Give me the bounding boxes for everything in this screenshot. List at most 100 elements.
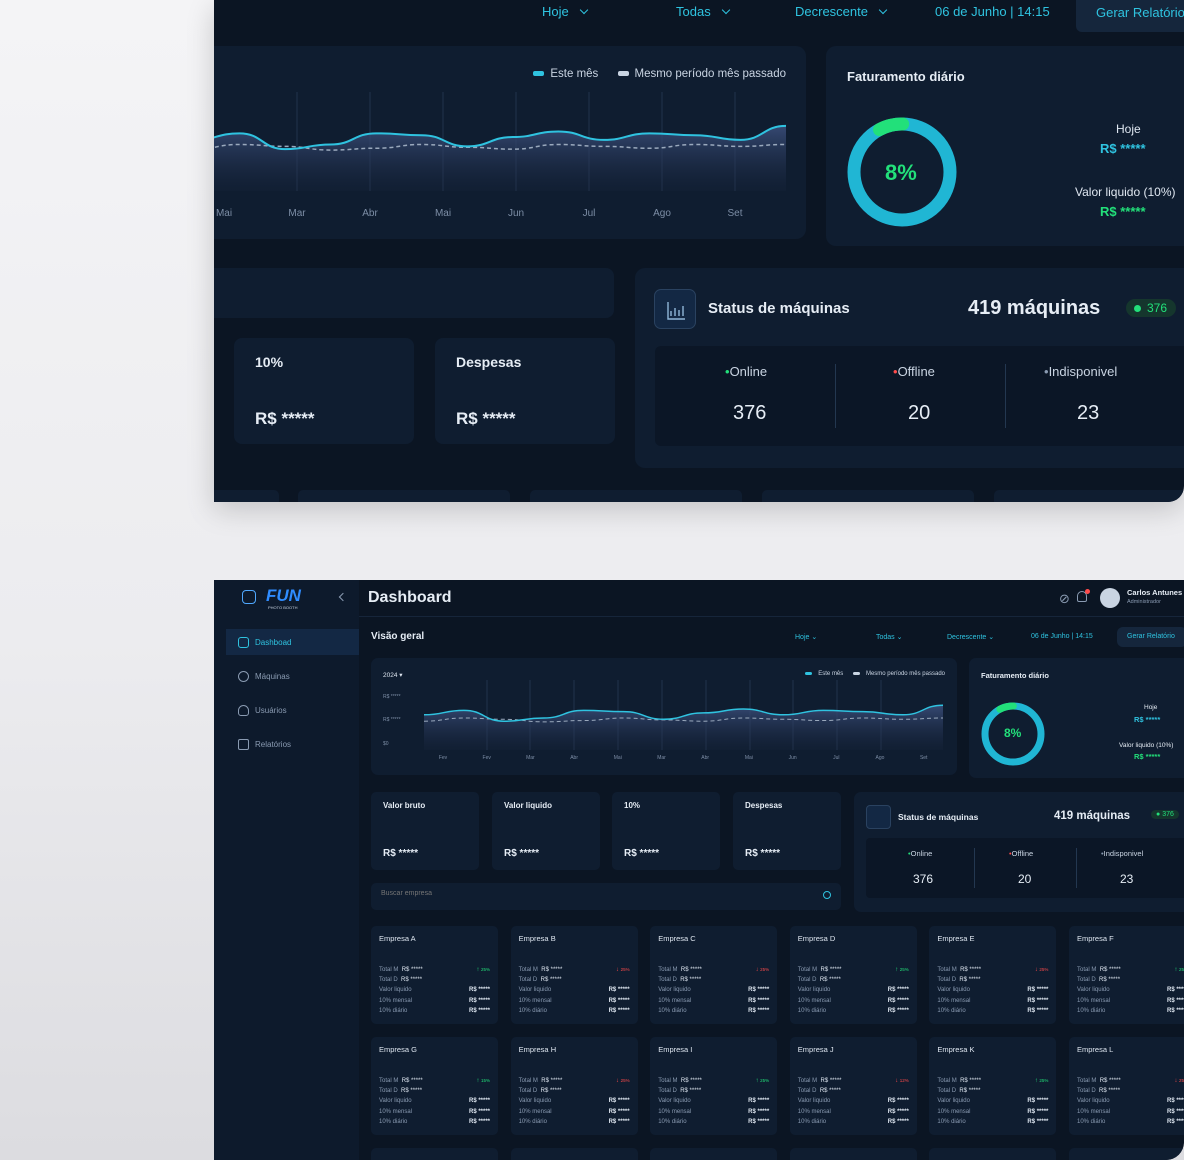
net-value: R$ ***** [1134, 752, 1161, 761]
net-label: Valor liquido (10%) [1075, 185, 1176, 199]
company-row-total-m: Total M R$ ***** ↑ 15% [379, 1076, 490, 1086]
row-value: R$ ***** [468, 997, 490, 1004]
avatar[interactable] [1100, 588, 1120, 608]
order-filter[interactable]: Decrescente ⌄ [947, 633, 994, 641]
row-label: 10% diário [797, 1118, 827, 1125]
nav-item-dashboard[interactable]: Dashboad [226, 629, 359, 655]
collapse-sidebar-chevron-icon[interactable] [338, 592, 348, 602]
company-row-mensal: 10% mensal R$ ***** [1077, 1107, 1184, 1117]
company-card-peek [650, 1148, 777, 1160]
company-row-liquido: Valor liquido R$ ***** [1077, 985, 1184, 995]
row-label: 10% mensal [379, 1108, 413, 1115]
company-card[interactable]: Empresa L Total M R$ ***** ↓ 25% Total D … [1069, 1037, 1184, 1135]
company-row-mensal: 10% mensal R$ ***** [937, 1107, 1048, 1117]
row-label: 10% mensal [658, 997, 692, 1004]
company-row-liquido: Valor liquido R$ ***** [658, 1096, 769, 1106]
row-value: R$ ***** [1027, 1118, 1049, 1125]
row-value: R$ ***** [541, 967, 563, 973]
company-card[interactable]: Empresa A Total M R$ ***** ↑ 25% Total D … [371, 926, 498, 1024]
company-card[interactable]: Empresa H Total M R$ ***** ↓ 25% Total D … [510, 1037, 638, 1135]
company-card[interactable]: Empresa C Total M R$ ***** ↓ 25% Total D … [650, 926, 778, 1024]
company-row-liquido: Valor liquido R$ ***** [798, 1096, 909, 1106]
company-card[interactable]: Empresa E Total M R$ ***** ↓ 25% Total D … [929, 926, 1057, 1024]
row-value: R$ ***** [608, 1108, 630, 1115]
company-card[interactable]: Empresa K Total M R$ ***** ↑ 25% Total D … [929, 1037, 1057, 1135]
row-value: R$ ***** [887, 1118, 909, 1125]
online-badge: ● 376 [1151, 810, 1179, 819]
company-card[interactable]: Empresa B Total M R$ ***** ↓ 25% Total D … [510, 926, 638, 1024]
company-card[interactable]: Empresa J Total M R$ ***** ↓ 12% Total D … [789, 1037, 917, 1135]
scope-filter-label: Todas [876, 634, 895, 641]
row-value: R$ ***** [608, 1118, 630, 1125]
company-row-diario: 10% diário R$ ***** [798, 1006, 909, 1016]
row-value: R$ ***** [608, 987, 630, 994]
stat-card: Valor bruto R$ ***** [371, 792, 479, 870]
top-header: Dashboard ⊘ Carlos Antunes Administrador [359, 580, 1184, 617]
search-icon[interactable] [823, 891, 831, 899]
row-value: R$ ***** [680, 1078, 702, 1084]
scope-filter[interactable]: Todas [676, 4, 730, 19]
arrow-down-icon: ↓ [615, 1078, 619, 1084]
divider [1076, 848, 1077, 888]
machine-status-title: Status de máquinas [708, 300, 850, 317]
company-row-total-m: Total M R$ ***** ↑ 25% [937, 1076, 1048, 1086]
company-row-total-d: Total D R$ ***** [379, 975, 490, 985]
company-card[interactable]: Empresa I Total M R$ ***** ↑ 25% Total D … [650, 1037, 778, 1135]
row-value: R$ ***** [401, 977, 423, 984]
arrow-down-icon: ↓ [615, 967, 619, 973]
x-tick-label: Ago [876, 755, 885, 761]
nav-item-reports[interactable]: Relatórios [226, 731, 359, 757]
company-card[interactable]: Empresa D Total M R$ ***** ↑ 25% Total D … [789, 926, 917, 1024]
bar-chart-icon [866, 805, 891, 829]
row-label: Total D [658, 1088, 677, 1095]
area-chart: Fev Fev Mar Abr Mai Mar Abr Mai Jun Jul Ago Set R$ *… [383, 680, 944, 761]
offline-count: 20 [1018, 872, 1032, 886]
company-card[interactable]: Empresa G Total M R$ ***** ↑ 15% Total D … [371, 1037, 498, 1135]
search-input[interactable] [381, 890, 801, 897]
row-value: R$ ***** [1099, 967, 1121, 973]
company-name: Empresa G [379, 1045, 417, 1054]
row-label: 10% diário [518, 1007, 547, 1014]
eye-off-icon[interactable]: ⊘ [1059, 591, 1070, 607]
machine-status-breakdown: •Online 376 •Offline 20 •Indisponivel 23 [866, 838, 1184, 898]
nav-item-users[interactable]: Usuários [226, 697, 359, 723]
company-card[interactable]: Empresa F Total M R$ ***** ↑ 25% Total D … [1069, 926, 1184, 1024]
generate-report-button[interactable]: Gerar Relatório [1117, 627, 1184, 647]
order-filter[interactable]: Decrescente [795, 4, 888, 19]
row-label: 10% diário [518, 1118, 547, 1125]
x-tick-label: Set [920, 755, 928, 761]
row-label: Valor liquido [518, 987, 552, 994]
company-name: Empresa I [658, 1045, 693, 1054]
row-value: R$ ***** [541, 1078, 563, 1084]
row-value: R$ ***** [1027, 997, 1049, 1004]
today-value: R$ ***** [1134, 715, 1161, 724]
company-name: Empresa H [518, 1045, 557, 1054]
change-percent: 25% [1039, 967, 1049, 972]
scope-filter[interactable]: Todas ⌄ [876, 633, 903, 641]
row-label: 10% mensal [518, 997, 552, 1004]
stat-card-despesas: Despesas R$ ***** [435, 338, 615, 444]
check-circle-icon [238, 670, 249, 682]
search-bar-zoom[interactable] [214, 268, 614, 318]
x-tick-label: Jul [833, 755, 839, 761]
stat-value: R$ ***** [383, 848, 419, 859]
row-value: R$ ***** [887, 1007, 909, 1014]
company-name: Empresa J [797, 1045, 834, 1054]
company-name: Empresa E [937, 934, 975, 943]
generate-report-button[interactable]: Gerar Relatório [1076, 0, 1184, 32]
row-value: R$ ***** [680, 1088, 702, 1095]
y-tick-label: R$ ***** [383, 717, 401, 723]
x-tick-label: Abr [570, 755, 578, 761]
row-label: Total D [1077, 1088, 1096, 1095]
row-label: Valor liquido [1077, 1098, 1110, 1105]
stat-title: Valor liquido [504, 801, 553, 810]
zoomed-dashboard-preview: Hoje Todas Decrescente 06 de Junho | 14:… [214, 0, 1184, 502]
company-card-peek [790, 1148, 917, 1160]
arrow-up-icon: ↑ [755, 1078, 759, 1084]
nav-item-machines[interactable]: Máquinas [226, 663, 359, 689]
company-row-liquido: Valor liquido R$ ***** [519, 1096, 630, 1106]
company-row-peek [371, 1148, 1184, 1160]
row-value: R$ ***** [1166, 1108, 1184, 1115]
period-filter[interactable]: Hoje [542, 4, 588, 19]
period-filter[interactable]: Hoje ⌄ [795, 633, 817, 641]
